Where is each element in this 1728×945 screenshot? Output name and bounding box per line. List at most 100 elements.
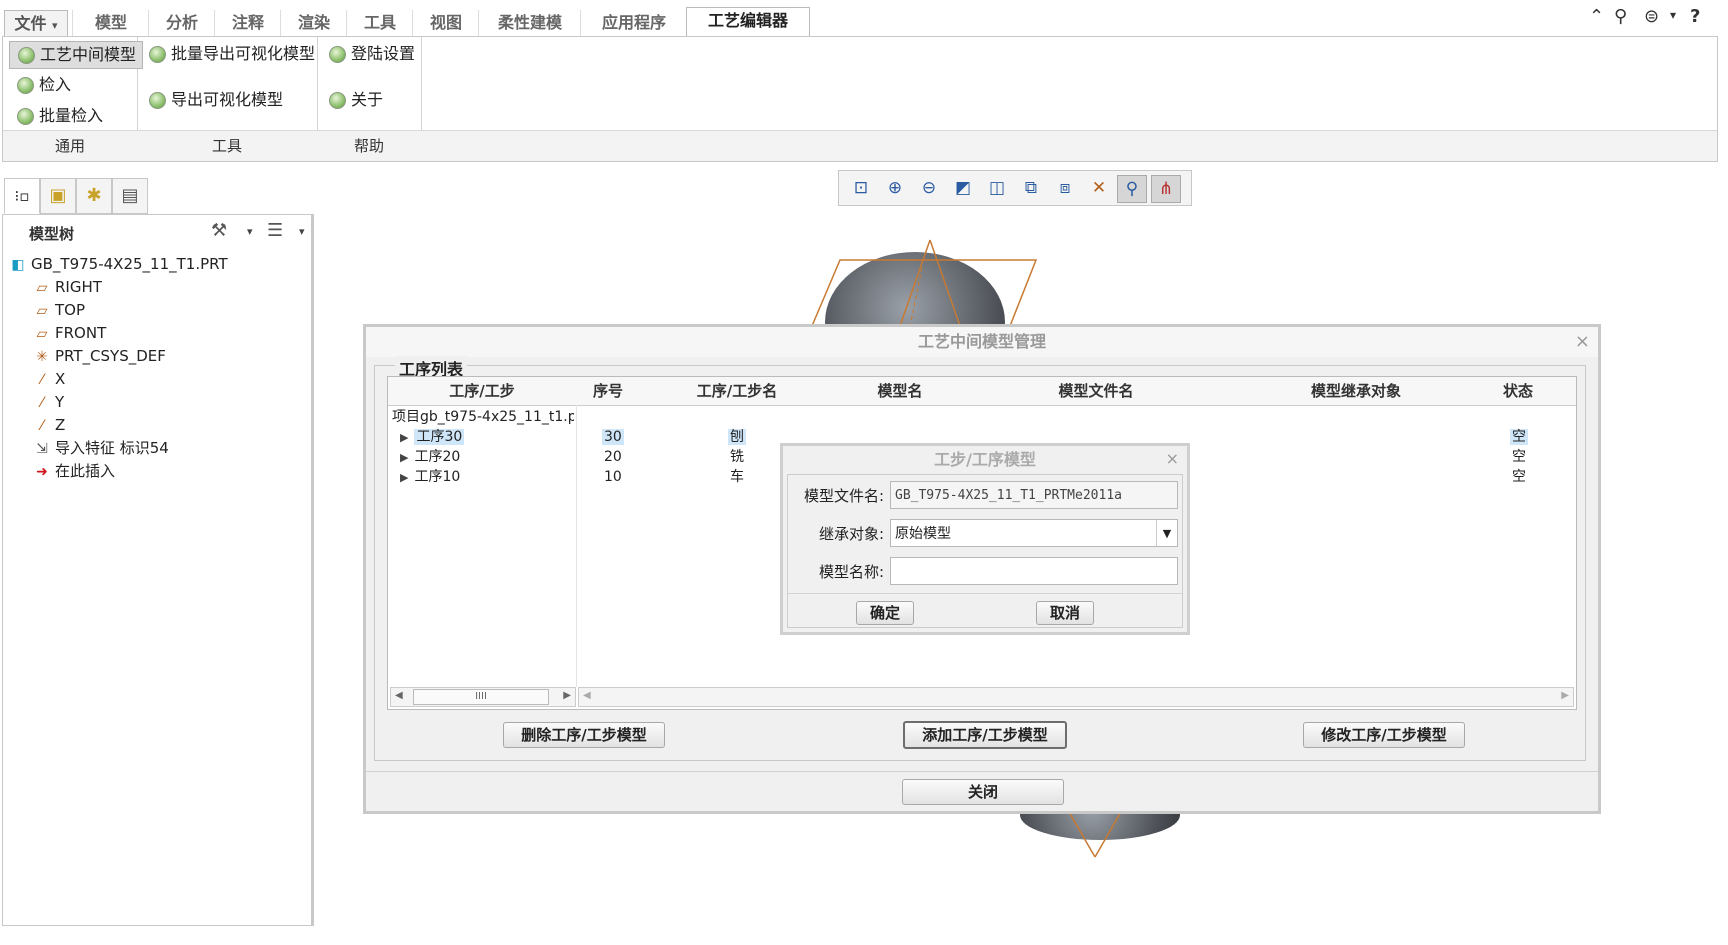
horizontal-scrollbar-right[interactable]: ◀ ▶: [578, 687, 1574, 707]
dialog-divider: [366, 771, 1598, 772]
seq-cell: 20: [604, 449, 622, 465]
column-header[interactable]: 工序/工步名: [640, 377, 835, 406]
scroll-thumb[interactable]: IIII: [413, 689, 549, 705]
scroll-right-icon[interactable]: ▶: [1561, 690, 1569, 701]
chevron-down-icon[interactable]: ▾: [247, 225, 253, 238]
close-icon[interactable]: ×: [1575, 331, 1590, 352]
zoom-in-icon[interactable]: ⊕: [881, 175, 909, 201]
step-model-dialog: 工步/工序模型 × 模型文件名: GB_T975-4X25_11_T1_PRTM…: [780, 443, 1190, 635]
saved-orientations-icon[interactable]: ⧉: [1017, 175, 1045, 201]
table-row[interactable]: ▶ 工序20: [400, 447, 460, 467]
tab-file[interactable]: 文件 ▾: [4, 10, 68, 38]
model-name-input[interactable]: [890, 557, 1178, 585]
model-tree-panel: 模型树 ⚒ ▾ ☰ ▾ ◧ GB_T975-4X25_11_T1.PRT ▱ RIG…: [2, 214, 314, 926]
table-row[interactable]: ▶ 工序30: [400, 427, 465, 447]
green-ball-icon: [149, 46, 166, 63]
ok-button[interactable]: 确定: [856, 601, 914, 625]
column-header[interactable]: 模型继承对象: [1226, 377, 1487, 406]
delete-step-model-button[interactable]: 删除工序/工步模型: [503, 722, 665, 748]
project-row[interactable]: 项目gb_t975-4x25_11_t1.pr: [392, 407, 574, 427]
column-header[interactable]: 模型名: [834, 377, 967, 406]
close-icon[interactable]: ×: [1166, 449, 1179, 468]
chevron-down-icon[interactable]: ▾: [299, 225, 305, 238]
model-file-name-field[interactable]: GB_T975-4X25_11_T1_PRTMe2011a: [890, 481, 1178, 509]
zoom-out-icon[interactable]: ⊖: [915, 175, 943, 201]
expand-arrow-icon[interactable]: ▶: [400, 431, 408, 444]
display-style-icon[interactable]: ◫: [983, 175, 1011, 201]
seq-cell: 10: [604, 469, 622, 485]
tree-item-csys[interactable]: ✳ PRT_CSYS_DEF: [33, 345, 166, 367]
tree-item-front[interactable]: ▱ FRONT: [33, 322, 107, 344]
modify-step-model-button[interactable]: 修改工序/工步模型: [1303, 722, 1465, 748]
green-ball-icon: [17, 77, 34, 94]
column-header[interactable]: 状态: [1486, 377, 1551, 406]
folder-browser-tab[interactable]: ▣: [40, 178, 76, 214]
folder-icon: ▣: [49, 185, 67, 206]
tab-tools[interactable]: 工具: [346, 10, 413, 36]
repaint-icon[interactable]: ◩: [949, 175, 977, 201]
tree-item-right[interactable]: ▱ RIGHT: [33, 276, 102, 298]
tree-item-top[interactable]: ▱ TOP: [33, 299, 85, 321]
process-intermediate-model-button[interactable]: 工艺中间模型: [9, 41, 144, 69]
tab-process-editor[interactable]: 工艺编辑器: [686, 7, 810, 38]
add-step-model-button[interactable]: 添加工序/工步模型: [903, 721, 1067, 749]
model-tree-icon: ⁝▫: [14, 187, 30, 205]
column-header-filler: [1550, 377, 1576, 406]
annotation-display-icon[interactable]: ⋔: [1151, 175, 1181, 203]
check-in-button[interactable]: 检入: [9, 72, 77, 98]
show-columns-icon[interactable]: ☰: [267, 220, 283, 241]
ribbon-panel: 工艺中间模型 检入 批量检入 通用 批量导出可视化模型 导出可视化模型 工具 登…: [2, 36, 1718, 162]
spin-center-icon[interactable]: ⚲: [1117, 175, 1147, 203]
help-icon[interactable]: ?: [1690, 6, 1700, 27]
tab-annotate[interactable]: 注释: [214, 10, 281, 36]
collapse-ribbon-icon[interactable]: ⌃: [1589, 6, 1604, 27]
tree-item-axis-y[interactable]: ⁄ Y: [33, 391, 64, 413]
community-icon[interactable]: ⊜: [1644, 6, 1659, 27]
chevron-down-icon[interactable]: ▾: [1670, 8, 1676, 22]
datum-plane-icon: ▱: [36, 303, 48, 319]
refit-icon[interactable]: ⊡: [847, 175, 875, 201]
scroll-left-icon[interactable]: ◀: [583, 690, 591, 701]
name-cell: 车: [730, 469, 744, 485]
cancel-button[interactable]: 取消: [1036, 601, 1094, 625]
view-manager-icon[interactable]: ⧈: [1051, 175, 1079, 201]
scroll-right-icon[interactable]: ▶: [563, 690, 571, 701]
search-icon[interactable]: ⚲: [1614, 6, 1627, 27]
login-settings-button[interactable]: 登陆设置: [321, 41, 421, 67]
expand-arrow-icon[interactable]: ▶: [400, 451, 408, 464]
table-row[interactable]: ▶ 工序10: [400, 467, 460, 487]
batch-check-in-button[interactable]: 批量检入: [9, 103, 109, 129]
tab-analysis[interactable]: 分析: [148, 10, 215, 36]
tab-render[interactable]: 渲染: [280, 10, 347, 36]
horizontal-scrollbar-left[interactable]: ◀ IIII ▶: [390, 687, 576, 707]
ribbon-group-label: 通用: [3, 130, 137, 161]
column-header[interactable]: 序号: [576, 377, 641, 406]
chevron-down-icon[interactable]: ▼: [1156, 520, 1177, 546]
favorites-tab[interactable]: ✱: [76, 178, 112, 214]
column-divider: [576, 405, 577, 687]
tree-item-part[interactable]: ◧ GB_T975-4X25_11_T1.PRT: [9, 253, 227, 275]
green-ball-icon: [17, 108, 34, 125]
column-header[interactable]: 工序/工步: [388, 377, 577, 406]
datum-display-icon[interactable]: ✕: [1085, 175, 1113, 201]
tab-applications[interactable]: 应用程序: [580, 10, 687, 36]
scroll-left-icon[interactable]: ◀: [395, 690, 403, 701]
tree-item-import-feature[interactable]: ⇲ 导入特征 标识54: [33, 437, 169, 459]
batch-export-visual-model-button[interactable]: 批量导出可视化模型: [141, 41, 321, 67]
export-visual-model-button[interactable]: 导出可视化模型: [141, 87, 289, 113]
column-header[interactable]: 模型文件名: [966, 377, 1227, 406]
close-button[interactable]: 关闭: [902, 779, 1064, 805]
about-button[interactable]: 关于: [321, 87, 389, 113]
expand-arrow-icon[interactable]: ▶: [400, 471, 408, 484]
tree-item-insert-here[interactable]: ➜ 在此插入: [33, 460, 115, 482]
inherit-object-select[interactable]: 原始模型 ▼: [890, 519, 1178, 547]
tab-view[interactable]: 视图: [412, 10, 479, 36]
tab-model[interactable]: 模型: [72, 10, 149, 36]
tab-flexible-modeling[interactable]: 柔性建模: [478, 10, 581, 36]
tree-item-axis-x[interactable]: ⁄ X: [33, 368, 65, 390]
ribbon-group-label: 工具: [137, 130, 317, 161]
layers-tab[interactable]: ▤: [112, 178, 148, 214]
model-tree-tab[interactable]: ⁝▫: [4, 178, 40, 214]
tree-item-axis-z[interactable]: ⁄ Z: [33, 414, 65, 436]
tree-settings-icon[interactable]: ⚒: [211, 220, 227, 241]
